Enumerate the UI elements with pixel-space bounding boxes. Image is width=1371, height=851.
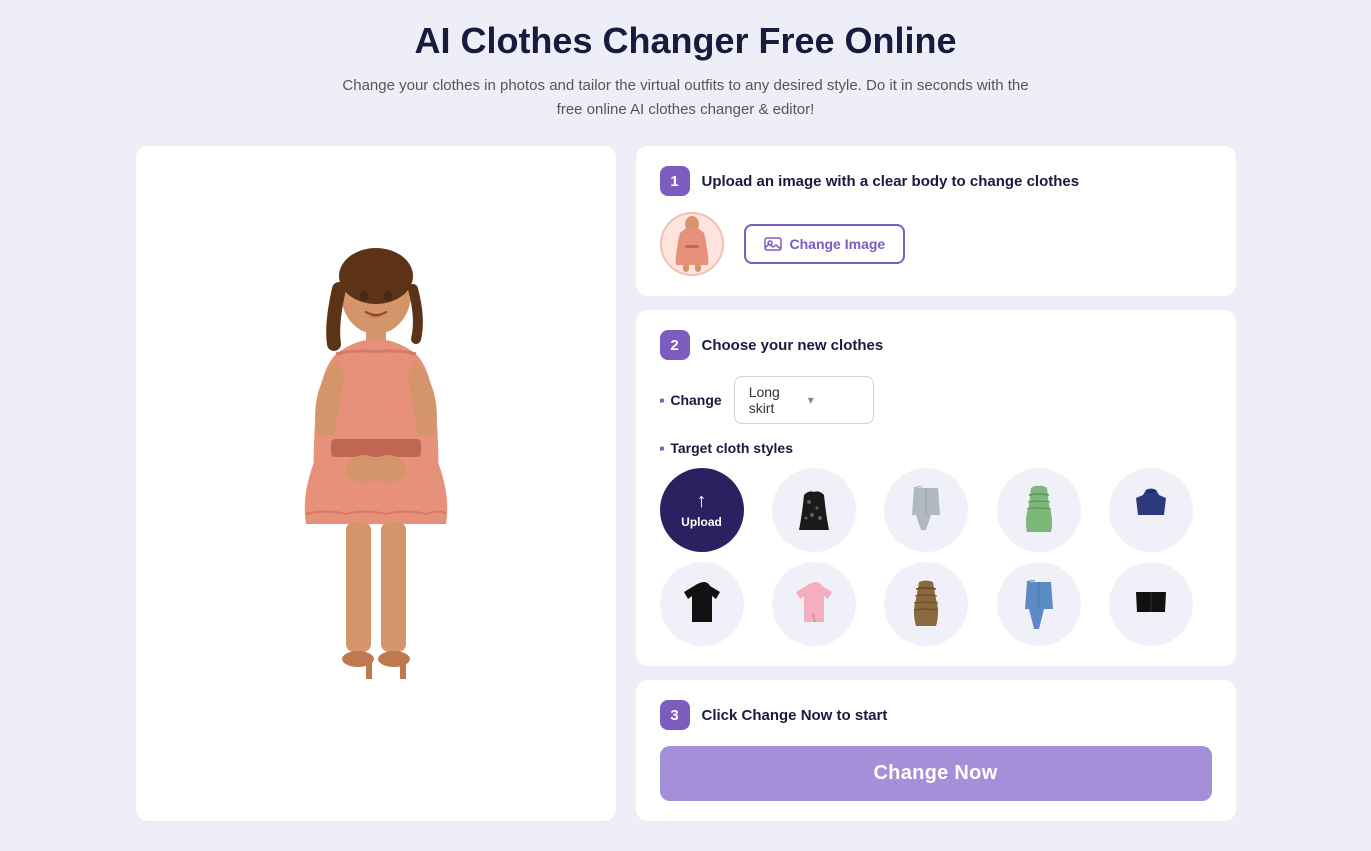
clothes-grid: ↑ Upload (660, 468, 1212, 646)
chevron-down-icon: ▾ (808, 393, 859, 407)
clothes-item-black-floral-skirt[interactable] (772, 468, 856, 552)
clothes-item-brown-dress[interactable] (884, 562, 968, 646)
step3-badge: 3 (660, 700, 690, 730)
step2-card: 2 Choose your new clothes Change Long sk… (636, 310, 1236, 666)
clothes-item-black-tshirt[interactable] (660, 562, 744, 646)
clothes-item-green-dress[interactable] (997, 468, 1081, 552)
change-label: Change (660, 392, 722, 408)
step3-title: Click Change Now to start (702, 707, 888, 724)
step2-badge: 2 (660, 330, 690, 360)
change-image-button[interactable]: Change Image (744, 224, 906, 264)
step2-title: Choose your new clothes (702, 337, 884, 354)
dropdown-value: Long skirt (749, 384, 800, 416)
main-content: 1 Upload an image with a clear body to c… (136, 146, 1236, 821)
upload-area: Change Image (660, 212, 1212, 276)
clothes-item-black-shorts[interactable] (1109, 562, 1193, 646)
upload-text: Upload (681, 515, 722, 529)
step2-header: 2 Choose your new clothes (660, 330, 1212, 360)
clothes-item-pink-tshirt[interactable] (772, 562, 856, 646)
step1-header: 1 Upload an image with a clear body to c… (660, 166, 1212, 196)
clothes-item-blue-jeans[interactable] (997, 562, 1081, 646)
page-subtitle: Change your clothes in photos and tailor… (336, 74, 1036, 122)
target-label: Target cloth styles (660, 440, 1212, 456)
step3-header: 3 Click Change Now to start (660, 700, 1212, 730)
step1-card: 1 Upload an image with a clear body to c… (636, 146, 1236, 296)
upload-arrow-icon: ↑ (696, 491, 706, 511)
right-panel: 1 Upload an image with a clear body to c… (636, 146, 1236, 821)
cloth-type-dropdown[interactable]: Long skirt ▾ (734, 376, 874, 424)
change-row: Change Long skirt ▾ (660, 376, 1212, 424)
clothes-item-navy-top[interactable] (1109, 468, 1193, 552)
change-image-btn-label: Change Image (790, 236, 886, 252)
model-display (136, 239, 616, 729)
page-title: AI Clothes Changer Free Online (30, 20, 1341, 62)
model-thumbnail (660, 212, 724, 276)
step3-card: 3 Click Change Now to start Change Now (636, 680, 1236, 821)
model-image-panel (136, 146, 616, 821)
step1-title: Upload an image with a clear body to cha… (702, 173, 1080, 190)
step1-badge: 1 (660, 166, 690, 196)
clothes-item-grey-jeans[interactable] (884, 468, 968, 552)
clothes-upload-button[interactable]: ↑ Upload (660, 468, 744, 552)
change-now-button[interactable]: Change Now (660, 746, 1212, 801)
